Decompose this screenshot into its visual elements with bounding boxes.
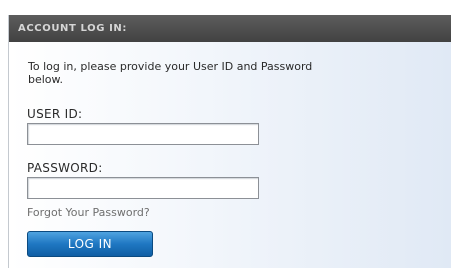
password-input[interactable] xyxy=(27,177,259,199)
user-id-label: USER ID: xyxy=(27,107,83,121)
forgot-password-link[interactable]: Forgot Your Password? xyxy=(27,206,150,219)
log-in-button[interactable]: LOG IN xyxy=(27,231,153,257)
user-id-input[interactable] xyxy=(27,123,259,145)
login-instructions: To log in, please provide your User ID a… xyxy=(28,60,313,86)
panel-header: ACCOUNT LOG IN: xyxy=(9,15,451,42)
panel-title: ACCOUNT LOG IN: xyxy=(18,23,128,34)
password-label: PASSWORD: xyxy=(27,161,103,175)
login-panel: ACCOUNT LOG IN: To log in, please provid… xyxy=(8,15,451,268)
